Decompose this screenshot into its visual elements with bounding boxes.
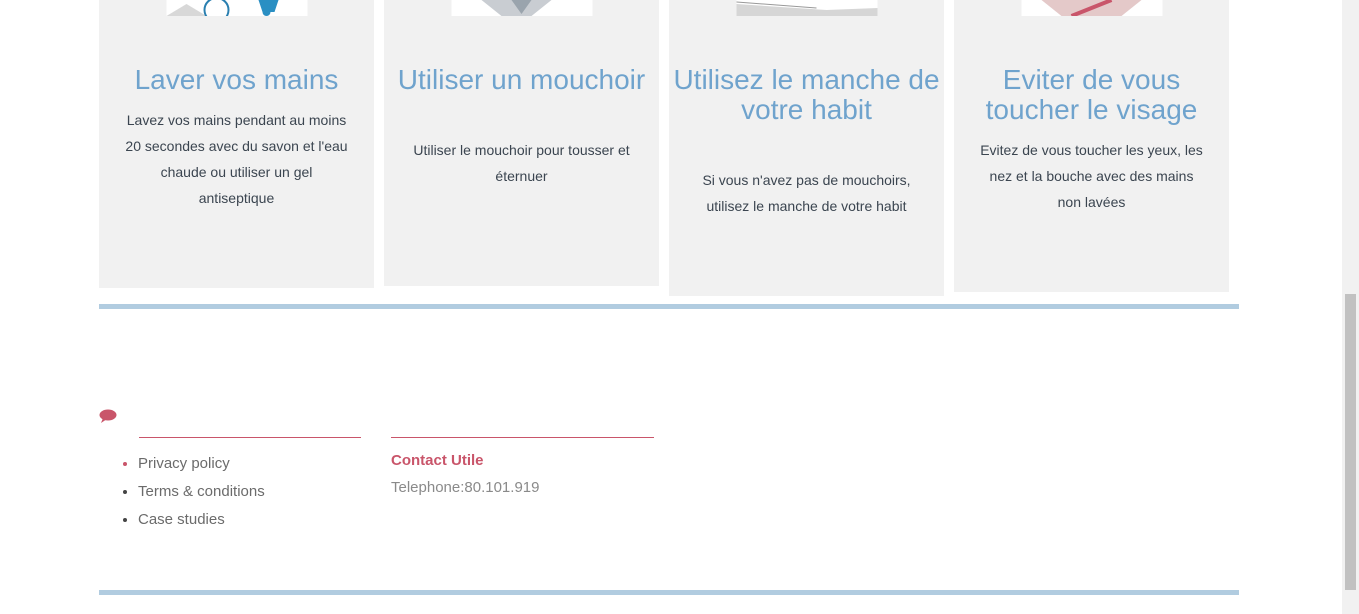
card-text: Utiliser le mouchoir pour tousser et éte… bbox=[413, 142, 630, 184]
vertical-scrollbar[interactable] bbox=[1342, 0, 1359, 614]
card-title: Utilisez le manche de votre habit bbox=[673, 64, 940, 125]
card-text: Si vous n'avez pas de mouchoirs, utilise… bbox=[702, 172, 911, 214]
card-sleeve: Utilisez le manche de votre habit Si vou… bbox=[669, 0, 944, 296]
section-divider bbox=[99, 304, 1239, 309]
wash-hands-image bbox=[166, 0, 307, 16]
case-studies-link[interactable]: Case studies bbox=[123, 506, 265, 534]
footer-links: Privacy policy Terms & conditions Case s… bbox=[118, 450, 265, 534]
card-title: Laver vos mains bbox=[134, 64, 339, 95]
tissue-image bbox=[451, 0, 592, 16]
card-face: Eviter de vous toucher le visage Evitez … bbox=[954, 0, 1229, 292]
sleeve-image bbox=[736, 0, 877, 16]
card-text: Lavez vos mains pendant au moins 20 seco… bbox=[125, 112, 348, 206]
card-text: Evitez de vous toucher les yeux, les nez… bbox=[980, 142, 1203, 210]
links-divider bbox=[139, 437, 361, 438]
face-image bbox=[1021, 0, 1162, 16]
privacy-policy-link[interactable]: Privacy policy bbox=[123, 450, 265, 478]
contact-phone: Telephone:80.101.919 bbox=[391, 479, 540, 496]
contact-title: Contact Utile bbox=[391, 452, 484, 469]
contact-divider bbox=[391, 437, 654, 438]
scrollbar-thumb[interactable] bbox=[1345, 294, 1356, 590]
card-title: Utiliser un mouchoir bbox=[397, 64, 646, 95]
card-tissue: Utiliser un mouchoir Utiliser le mouchoi… bbox=[384, 0, 659, 286]
card-title: Eviter de vous toucher le visage bbox=[985, 64, 1198, 125]
card-wash-hands: Laver vos mains Lavez vos mains pendant … bbox=[99, 0, 374, 288]
chat-bubble-icon bbox=[99, 408, 117, 424]
footer-divider bbox=[99, 590, 1239, 595]
terms-conditions-link[interactable]: Terms & conditions bbox=[123, 478, 265, 506]
